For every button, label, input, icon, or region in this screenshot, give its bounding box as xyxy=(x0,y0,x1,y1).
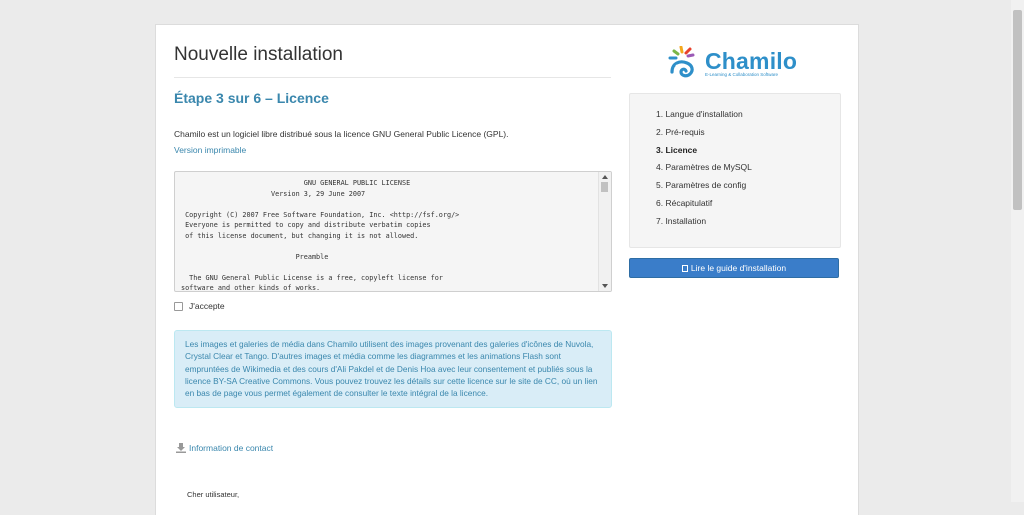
accept-checkbox[interactable] xyxy=(174,301,183,311)
chamilo-logo: Chamilo E-Learning & Collaboration Softw… xyxy=(668,45,797,81)
install-page: Nouvelle installation Étape 3 sur 6 – Li… xyxy=(155,24,859,515)
step-item: 7. Installation xyxy=(656,215,707,226)
chameleon-logo-icon xyxy=(668,46,695,78)
file-icon xyxy=(681,264,688,272)
printable-version-link[interactable]: Version imprimable xyxy=(174,145,246,155)
steps-list: 1. Langue d'installation 2. Pré-requis 3. … xyxy=(630,94,840,231)
steps-panel: 1. Langue d'installation 2. Pré-requis 3. … xyxy=(629,93,841,248)
title-divider xyxy=(174,77,611,78)
page-scrollbar[interactable] xyxy=(1011,0,1024,502)
step-heading: Étape 3 sur 6 – Licence xyxy=(174,90,329,106)
contact-info-label[interactable]: Information de contact xyxy=(189,443,273,453)
step-item: 4. Paramètres de MySQL xyxy=(656,162,752,173)
step-item: 1. Langue d'installation xyxy=(656,109,743,119)
download-arrow-icon xyxy=(176,443,186,453)
page-title: Nouvelle installation xyxy=(174,44,343,65)
accept-row[interactable]: J'accepte xyxy=(174,301,225,311)
step-item: 6. Récapitulatif xyxy=(656,197,713,208)
scroll-thumb[interactable] xyxy=(601,182,608,192)
accept-label[interactable]: J'accepte xyxy=(189,301,225,311)
license-text: GNU GENERAL PUBLIC LICENSE Version 3, 29… xyxy=(181,179,460,291)
license-scrollbar[interactable] xyxy=(598,172,611,291)
contact-info-link[interactable]: Information de contact xyxy=(176,443,273,453)
step-item: 3. Licence xyxy=(656,144,698,155)
page-scroll-thumb[interactable] xyxy=(1013,10,1022,210)
license-textarea[interactable]: GNU GENERAL PUBLIC LICENSE Version 3, 29… xyxy=(174,171,612,292)
scroll-up-arrow-icon[interactable] xyxy=(602,175,608,179)
scroll-down-arrow-icon[interactable] xyxy=(602,284,608,288)
media-credits-alert: Les images et galeries de média dans Cha… xyxy=(174,330,612,408)
install-guide-button[interactable]: Lire le guide d'installation xyxy=(629,258,839,278)
step-item: 5. Paramètres de config xyxy=(656,180,747,191)
logo-name: Chamilo xyxy=(705,47,798,74)
install-guide-label[interactable]: Lire le guide d'installation xyxy=(691,263,786,273)
intro-text: Chamilo est un logiciel libre distribué … xyxy=(174,129,509,139)
step-item: 2. Pré-requis xyxy=(656,126,705,137)
greeting-text: Cher utilisateur, xyxy=(187,490,240,499)
